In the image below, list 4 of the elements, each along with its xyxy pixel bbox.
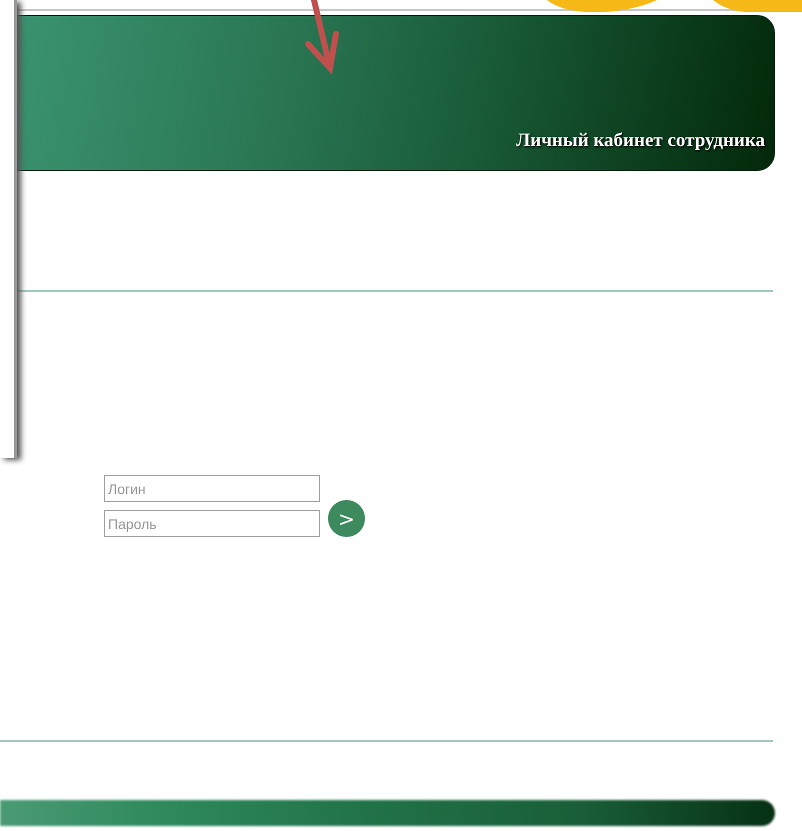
submit-button[interactable]: > xyxy=(328,500,365,537)
login-field[interactable]: Логин xyxy=(104,475,320,502)
password-field[interactable]: Пароль xyxy=(104,510,320,537)
header-title: Личный кабинет сотрудника xyxy=(516,130,765,152)
